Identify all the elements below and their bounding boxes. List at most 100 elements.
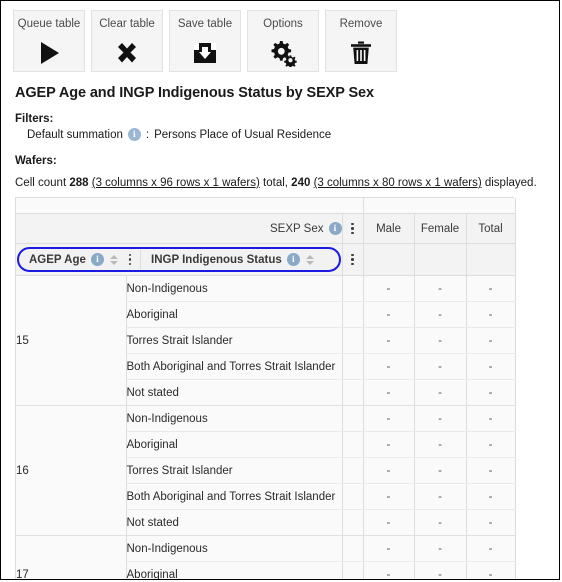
row-dimension-header-cell[interactable]: AGEP Age i INGP Indigenous Status i	[16, 243, 343, 276]
value-cell-female: -	[414, 275, 467, 302]
kebab-menu-icon[interactable]	[348, 222, 358, 235]
value-cell-male: -	[363, 457, 415, 484]
value-cell-male: -	[363, 483, 415, 510]
category-cell: Non-Indigenous	[126, 535, 343, 562]
measure-header-male[interactable]: Male	[363, 213, 415, 244]
measure-header-total[interactable]: Total	[466, 213, 516, 244]
sort-icon[interactable]	[305, 254, 316, 265]
value-cell-total: -	[466, 561, 516, 579]
queue-table-button[interactable]: Queue table	[13, 10, 85, 72]
row-menu-cell	[342, 561, 364, 579]
filter-value: Persons Place of Usual Residence	[154, 128, 332, 141]
cell-count-total: 288	[69, 177, 89, 189]
table-row: 15 Non-Indigenous - - -	[16, 275, 516, 406]
cell-count-total-dims[interactable]: (3 columns x 96 rows x 1 wafers)	[92, 177, 260, 189]
save-table-button[interactable]: Save table	[169, 10, 241, 72]
value-cell-male: -	[363, 535, 415, 562]
pivot-table: SEXP Sex i Male Female Total AGEP Age i …	[16, 198, 516, 579]
value-cell-female: -	[414, 509, 467, 536]
value-cell-female: -	[414, 457, 467, 484]
value-cell-total: -	[466, 327, 516, 354]
info-icon[interactable]: i	[127, 128, 141, 141]
filter-separator: :	[145, 128, 150, 141]
row-menu-cell	[342, 509, 364, 536]
category-cell: Aboriginal	[126, 561, 343, 579]
row-dimension-agep[interactable]: AGEP Age i	[19, 253, 133, 266]
measure-header-female[interactable]: Female	[414, 213, 467, 244]
value-cell-male: -	[363, 275, 415, 302]
row-dimension-blank-female	[414, 243, 467, 276]
toolbar: Queue table Clear table Save table Optio…	[1, 1, 559, 72]
filters-heading: Filters:	[15, 113, 54, 125]
value-cell-total: -	[466, 405, 516, 432]
row-dimension-agep-label: AGEP Age	[29, 253, 86, 266]
application-window: Queue table Clear table Save table Optio…	[0, 0, 560, 580]
cell-count-displayed-dims[interactable]: (3 columns x 80 rows x 1 wafers)	[314, 177, 482, 189]
spacer-left	[16, 198, 364, 214]
row-menu-cell	[342, 431, 364, 458]
value-cell-female: -	[414, 405, 467, 432]
category-cell: Both Aboriginal and Torres Strait Island…	[126, 353, 343, 380]
options-button[interactable]: Options	[247, 10, 319, 72]
column-dimension-header-row: SEXP Sex i Male Female Total	[16, 213, 516, 244]
sort-icon[interactable]	[109, 254, 120, 265]
value-cell-total: -	[466, 301, 516, 328]
trash-icon	[347, 38, 375, 68]
value-cell-female: -	[414, 483, 467, 510]
row-group-age-cell: 15	[16, 275, 127, 406]
clear-table-button[interactable]: Clear table	[91, 10, 163, 72]
queue-table-label: Queue table	[17, 18, 81, 30]
column-dimension-header[interactable]: SEXP Sex i	[16, 213, 343, 244]
category-cell: Aboriginal	[126, 301, 343, 328]
category-cell: Torres Strait Islander	[126, 457, 343, 484]
cell-count-prefix: Cell count	[15, 177, 67, 189]
value-cell-female: -	[414, 561, 467, 579]
column-dimension-label: SEXP Sex	[270, 222, 324, 235]
row-dimension-ingp[interactable]: INGP Indigenous Status i	[141, 253, 316, 266]
kebab-menu-icon[interactable]	[348, 253, 358, 266]
column-dimension-menu[interactable]	[342, 213, 364, 244]
row-dimension-header-row: AGEP Age i INGP Indigenous Status i	[16, 243, 516, 276]
category-cell: Non-Indigenous	[126, 275, 343, 302]
row-dimension-blank-male	[363, 243, 415, 276]
value-cell-total: -	[466, 535, 516, 562]
value-cell-male: -	[363, 509, 415, 536]
value-cell-total: -	[466, 353, 516, 380]
value-cell-male: -	[363, 561, 415, 579]
cell-count-total-word: total,	[263, 177, 288, 189]
cross-icon	[113, 38, 141, 68]
value-cell-female: -	[414, 327, 467, 354]
row-dimension-menu[interactable]	[342, 243, 364, 276]
value-cell-female: -	[414, 301, 467, 328]
floppy-save-icon	[191, 38, 219, 68]
value-cell-total: -	[466, 483, 516, 510]
remove-button[interactable]: Remove	[325, 10, 397, 72]
table-row: 16 Non-Indigenous - - -	[16, 405, 516, 536]
row-menu-cell	[342, 275, 364, 302]
filter-default-summation: Default summation i : Persons Place of U…	[27, 128, 559, 141]
play-icon	[35, 38, 63, 68]
gears-icon	[269, 38, 297, 68]
kebab-menu-icon[interactable]	[125, 253, 135, 266]
value-cell-total: -	[466, 431, 516, 458]
info-icon[interactable]: i	[90, 253, 104, 266]
row-menu-cell	[342, 327, 364, 354]
pivot-table-container: SEXP Sex i Male Female Total AGEP Age i …	[15, 197, 516, 579]
cell-count-displayed: 240	[291, 177, 311, 189]
info-icon[interactable]: i	[286, 253, 300, 266]
row-dimension-ingp-label: INGP Indigenous Status	[151, 253, 282, 266]
row-menu-cell	[342, 405, 364, 432]
row-menu-cell	[342, 301, 364, 328]
page-title: AGEP Age and INGP Indigenous Status by S…	[15, 85, 374, 101]
category-cell: Torres Strait Islander	[126, 327, 343, 354]
info-icon[interactable]: i	[328, 222, 342, 235]
remove-label: Remove	[339, 18, 383, 30]
value-cell-female: -	[414, 535, 467, 562]
save-table-label: Save table	[177, 18, 233, 30]
row-menu-cell	[342, 353, 364, 380]
category-cell: Both Aboriginal and Torres Strait Island…	[126, 483, 343, 510]
spacer-right	[363, 198, 516, 214]
row-dimension-selection-outline[interactable]: AGEP Age i INGP Indigenous Status i	[17, 247, 341, 272]
table-spacer-row	[16, 198, 516, 214]
table-row: 17 Non-Indigenous - - -	[16, 535, 516, 579]
